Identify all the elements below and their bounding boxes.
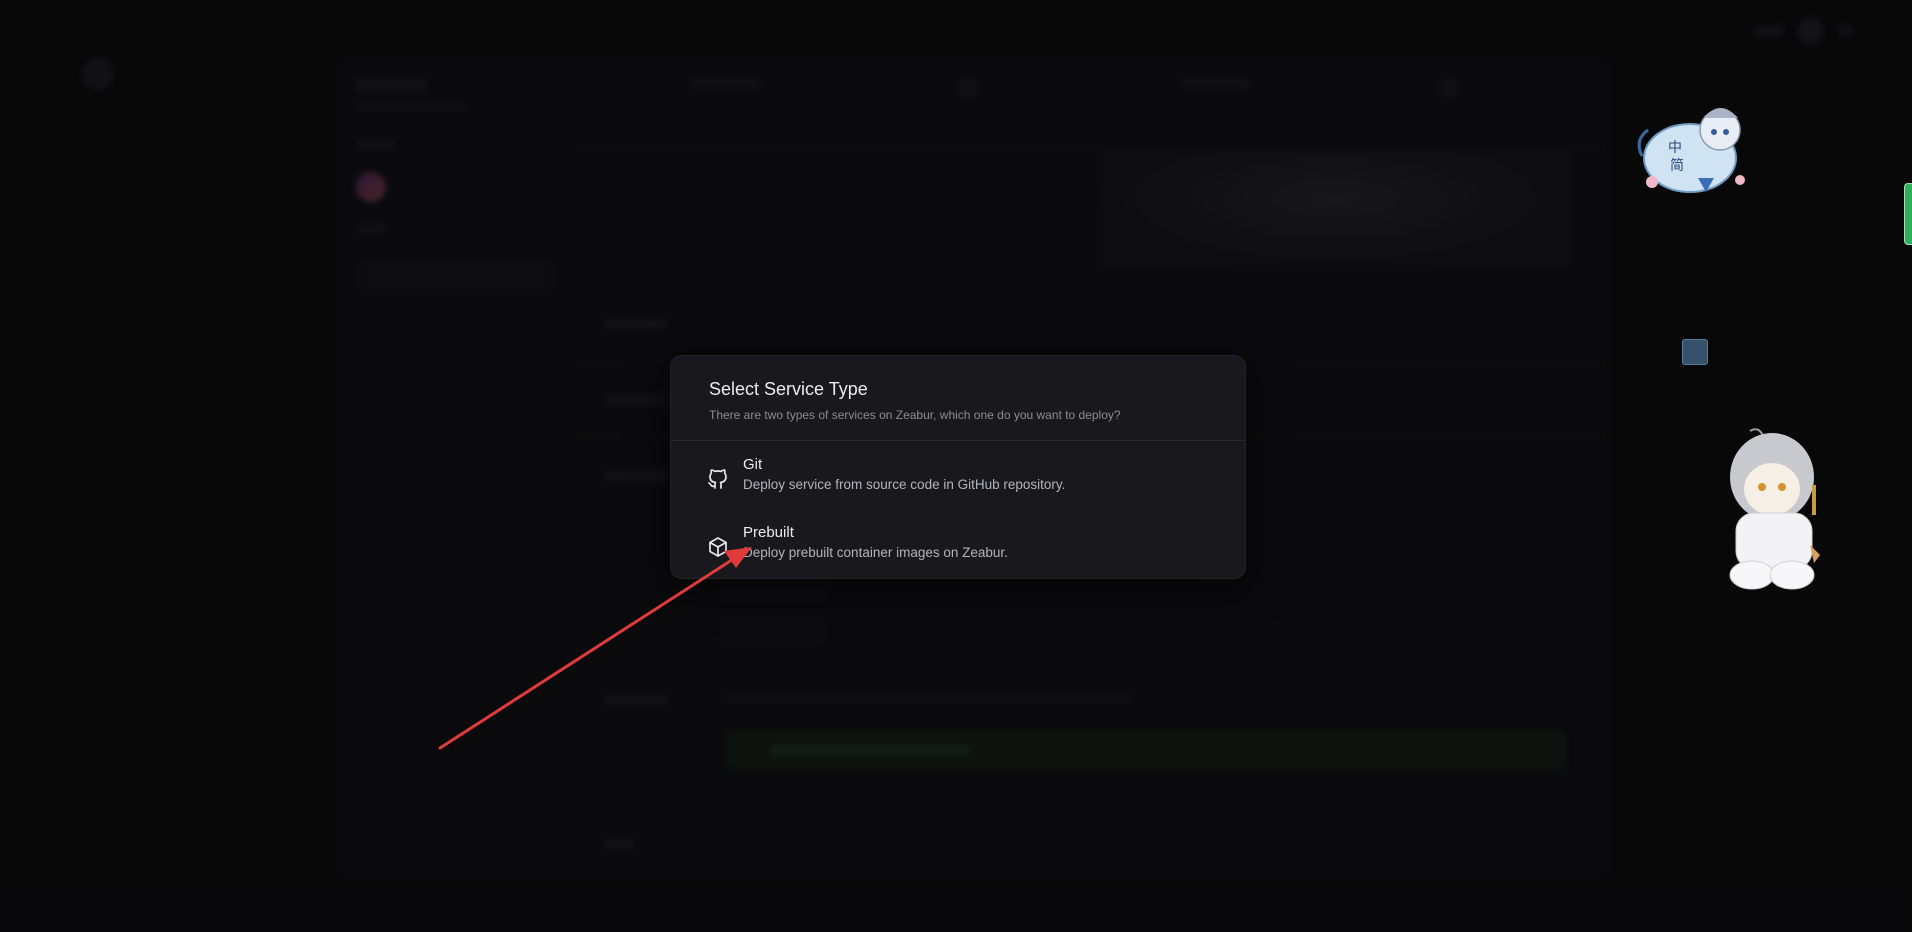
service-option-prebuilt[interactable]: Prebuilt Deploy prebuilt container image… (705, 524, 1225, 574)
dialog-description: There are two types of services on Zeabu… (709, 408, 1121, 422)
mascot-sticker-bottom[interactable] (1722, 425, 1832, 595)
dialog-header: Select Service Type There are two types … (671, 356, 1245, 441)
option-description: Deploy service from source code in GitHu… (743, 477, 1066, 492)
sticker-label-jian: 简 (1670, 157, 1684, 174)
option-title: Prebuilt (743, 524, 794, 541)
mascot-sticker-top[interactable]: 中 简 (1628, 100, 1758, 205)
dialog-title: Select Service Type (709, 379, 868, 399)
sticker-label-zhong: 中 (1668, 140, 1682, 156)
option-title: Git (743, 456, 763, 473)
github-icon (705, 466, 731, 492)
edge-side-tab[interactable] (1904, 183, 1912, 245)
option-description: Deploy prebuilt container images on Zeab… (743, 545, 1008, 560)
floating-widget-icon[interactable] (1682, 339, 1708, 365)
box-icon (705, 534, 731, 560)
select-service-type-dialog: Select Service Type There are two types … (670, 355, 1246, 579)
service-option-git[interactable]: Git Deploy service from source code in G… (705, 456, 1225, 506)
